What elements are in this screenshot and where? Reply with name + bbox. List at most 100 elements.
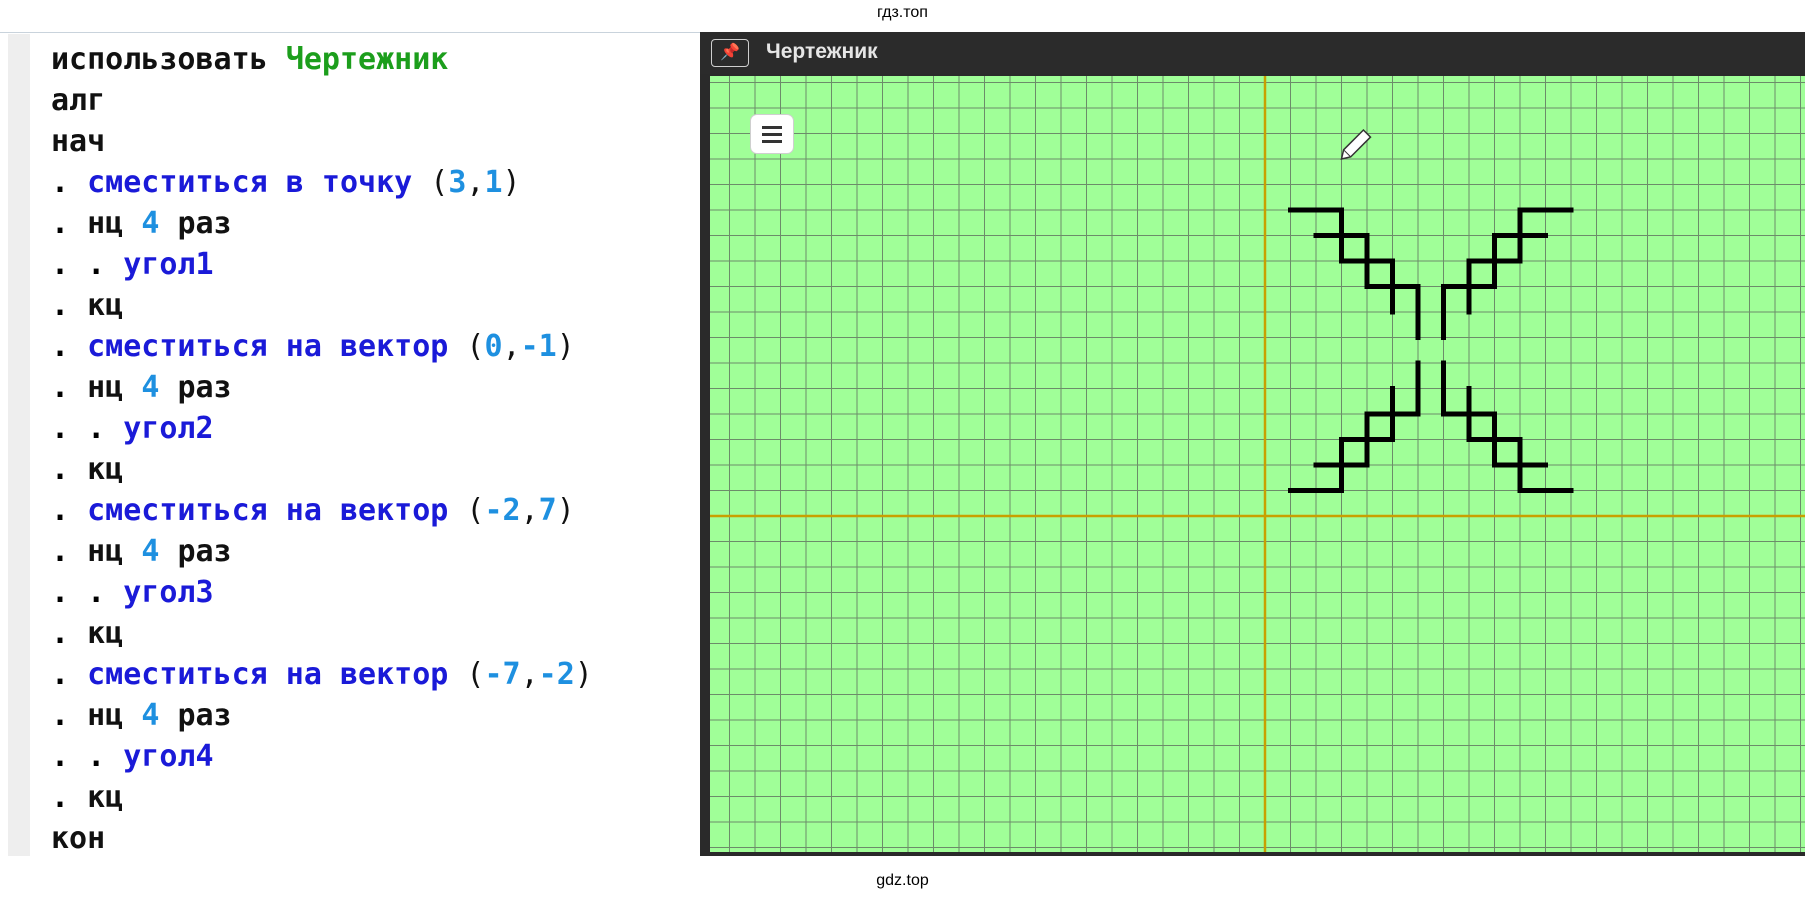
code-token: 4 [141,698,160,733]
code-token: 4 [141,370,160,405]
drawing-svg [710,76,1805,852]
code-line: . нц 4 раз [51,203,593,244]
editor-gutter [8,34,30,856]
code-token: сместиться в точку [87,165,413,200]
code-token: , [520,657,539,692]
code-token: Чертежник [285,42,449,77]
menu-button[interactable] [750,114,794,154]
code-line: использовать Чертежник [51,39,593,80]
code-token: ( [448,493,485,528]
code-lines: использовать Чертежник алг нач. сместиться… [51,39,593,859]
code-token: ) [574,657,593,692]
code-token: . [87,411,106,446]
code-token: 4 [141,206,160,241]
code-line: . кц [51,613,593,654]
code-editor[interactable]: использовать Чертежник алг нач. сместиться… [8,34,700,856]
code-token: . [51,452,70,487]
code-token: . [87,247,106,282]
code-line: кон [51,818,593,859]
code-line: алг [51,80,593,121]
code-token: 0 [484,329,503,364]
code-line: . сместиться на вектор (0,-1) [51,326,593,367]
code-token: использовать [51,42,268,77]
drawer-window: 📌 Чертежник [700,32,1805,856]
code-token: . [51,616,70,651]
code-line: нач [51,121,593,162]
code-token: -2 [538,657,575,692]
code-token: . [87,575,106,610]
code-line: . нц 4 раз [51,531,593,572]
code-token: кц [87,780,124,815]
code-line: . . угол1 [51,244,593,285]
code-token: . [51,411,70,446]
code-token: сместиться на вектор [87,657,449,692]
code-token: . [51,370,70,405]
code-token: . [51,780,70,815]
code-token: угол3 [123,575,214,610]
code-token: сместиться на вектор [87,329,449,364]
code-line: . кц [51,777,593,818]
code-token: угол1 [123,247,214,282]
code-token: ( [448,329,485,364]
code-token: . [51,575,70,610]
code-token: , [466,165,485,200]
watermark-top: гдз.топ [877,4,928,21]
code-line: . . угол4 [51,736,593,777]
code-token: 1 [484,165,503,200]
code-line: . сместиться на вектор (-7,-2) [51,654,593,695]
drawing-canvas[interactable] [710,76,1805,852]
code-token: ) [556,329,575,364]
code-line: . . угол3 [51,572,593,613]
hamburger-menu-icon [762,126,782,129]
code-line: . кц [51,449,593,490]
code-token: раз [177,370,232,405]
code-token: кц [87,288,124,323]
code-token: . [51,165,70,200]
divider [0,32,700,33]
code-token: ) [502,165,521,200]
code-token: . [51,739,70,774]
code-token: 3 [448,165,467,200]
drawer-title-bar: 📌 Чертежник [700,32,1805,74]
code-token: угол2 [123,411,214,446]
code-token: . [51,206,70,241]
code-token: . [51,247,70,282]
code-token: . [51,698,70,733]
drawer-title: Чертежник [766,40,878,63]
code-line: . . угол2 [51,408,593,449]
code-token: -2 [484,493,521,528]
code-token: . [51,288,70,323]
code-token: кц [87,616,124,651]
code-token: -7 [484,657,521,692]
code-token: алг [51,83,106,118]
code-line: . сместиться в точку (3,1) [51,162,593,203]
code-token: раз [177,206,232,241]
code-token: нц [87,534,124,569]
code-token: , [502,329,521,364]
code-token: . [51,329,70,364]
code-token: ) [556,493,575,528]
code-line: . нц 4 раз [51,695,593,736]
pin-button[interactable]: 📌 [711,39,749,67]
code-token: нц [87,206,124,241]
